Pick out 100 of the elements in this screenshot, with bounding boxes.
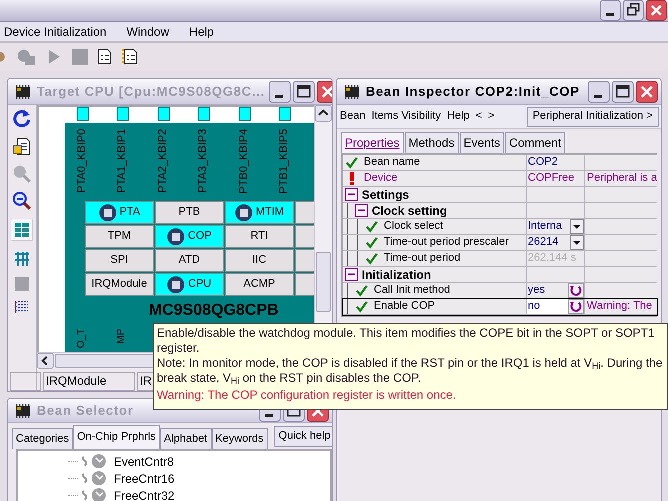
grid-icon[interactable] — [11, 219, 33, 241]
tree-item[interactable]: EventCntr8 — [114, 452, 174, 470]
module-label: SPI — [110, 253, 128, 268]
status-cell — [10, 372, 41, 391]
close-icon[interactable] — [636, 80, 658, 102]
tab[interactable]: Methods — [404, 132, 459, 153]
document-icon[interactable] — [13, 138, 31, 156]
property-name: Time-out period — [383, 251, 461, 266]
scroll-left-icon[interactable] — [37, 353, 54, 369]
mode-button[interactable]: Peripheral Initialization > — [526, 106, 659, 126]
window-title: Target CPU [Cpu:MC9S08QG8C... — [37, 82, 266, 101]
pin-label: MP — [116, 329, 128, 344]
minimize-icon[interactable] — [588, 80, 610, 102]
module-block[interactable]: PTA — [85, 201, 154, 224]
chip-icon — [342, 84, 362, 100]
module-block[interactable]: RTI — [225, 225, 294, 248]
help-button[interactable]: Quick help — [274, 426, 332, 447]
tab[interactable]: On-Chip Prphrls — [73, 425, 160, 449]
menu-item[interactable]: > — [488, 108, 495, 125]
menu-item[interactable]: Items Visibility — [372, 108, 442, 125]
pin-label: PTA2_KBIP2 — [156, 129, 169, 193]
maximize-icon[interactable] — [612, 80, 634, 102]
property-value: yes — [527, 283, 546, 298]
tab[interactable]: Keywords — [212, 428, 268, 449]
menu-item[interactable]: Bean — [340, 108, 366, 125]
module-block[interactable]: PTB — [155, 201, 224, 224]
property-value: no — [527, 299, 542, 314]
property-hint: Warning: The — [586, 300, 652, 313]
property-value: COPFree — [527, 171, 576, 186]
module-label: IIC — [252, 253, 267, 268]
module-block[interactable]: IIC — [225, 249, 294, 272]
collapse-icon[interactable] — [345, 188, 358, 201]
property-name: Time-out period prescaler — [383, 235, 509, 250]
document-list-icon[interactable] — [98, 49, 112, 65]
maximize-icon[interactable] — [293, 80, 316, 102]
tree-item[interactable]: FreeCntr16 — [114, 470, 175, 488]
module-block[interactable]: MTIM — [225, 201, 294, 224]
minimize-icon[interactable] — [600, 0, 621, 21]
pin-pad — [279, 107, 291, 121]
tab[interactable]: Alphabet — [160, 428, 212, 449]
tab[interactable]: Events — [460, 132, 504, 153]
restore-icon[interactable] — [623, 0, 644, 21]
module-block[interactable]: CPU — [155, 273, 224, 296]
property-row[interactable]: Enable COP no Warning: The — [343, 299, 657, 315]
reset-icon[interactable] — [568, 283, 584, 298]
property-row[interactable]: Bean name COP2 — [343, 155, 657, 171]
window-title: Bean Inspector COP2:Init_COP — [366, 82, 581, 101]
module-block[interactable]: TPM — [85, 225, 154, 248]
document-list-icon[interactable] — [122, 49, 138, 65]
pin-pad — [158, 107, 170, 121]
module-block[interactable]: COP — [155, 225, 224, 248]
tab[interactable]: Categories — [12, 428, 74, 449]
property-value: 262.144 s — [527, 251, 578, 266]
group-label: Initialization — [361, 266, 432, 284]
property-name: Device — [363, 171, 398, 186]
menu-item[interactable]: Device Initialization — [4, 22, 107, 40]
close-icon[interactable] — [646, 0, 667, 21]
property-row[interactable]: Time-out period prescaler 26214 — [343, 235, 657, 251]
module-block[interactable]: IRQModule — [85, 273, 154, 296]
chip-icon — [13, 84, 33, 100]
menu-item[interactable]: < — [476, 108, 482, 125]
tab[interactable]: Properties — [341, 132, 404, 153]
dropdown-icon[interactable] — [570, 235, 584, 250]
menu-item[interactable]: Window — [126, 22, 170, 40]
module-label: ACMP — [244, 277, 276, 292]
scroll-thumb[interactable] — [316, 252, 331, 312]
module-icon — [167, 276, 186, 294]
chip-name: MC9S08QG8CPB — [149, 303, 279, 319]
module-block[interactable]: ACMP — [225, 273, 294, 296]
dropdown-icon[interactable] — [570, 219, 584, 234]
menu-item[interactable]: Help — [447, 108, 470, 125]
group-label: Settings — [361, 186, 410, 204]
module-label: RTI — [250, 229, 268, 244]
scroll-up-icon[interactable] — [315, 105, 332, 122]
property-row[interactable]: Device COPFree Peripheral is a — [343, 171, 657, 187]
pin-label: O_T — [76, 329, 87, 348]
tree-item[interactable]: FreeCntr32 — [114, 486, 175, 501]
refresh-icon[interactable] — [12, 109, 32, 129]
property-row[interactable]: Clock select Interna — [343, 219, 657, 235]
module-icon — [98, 204, 117, 222]
module-label: MTIM — [256, 205, 284, 220]
module-block[interactable]: SPI — [85, 249, 154, 272]
pin-label: PTA1_KBIP1 — [116, 129, 128, 193]
pin-pad — [198, 107, 210, 121]
window-title: Bean Selector — [37, 402, 135, 420]
module-icon — [167, 228, 186, 246]
zoom-out-icon[interactable] — [13, 192, 31, 210]
reset-icon[interactable] — [568, 299, 584, 314]
minimize-icon[interactable] — [269, 80, 292, 102]
list-icon[interactable] — [14, 300, 30, 314]
pin-pad — [77, 107, 89, 121]
property-name: Bean name — [363, 155, 420, 170]
menu-item[interactable]: Help — [189, 22, 214, 40]
module-block[interactable]: ATD — [155, 249, 224, 272]
collapse-icon[interactable] — [345, 268, 358, 281]
tab[interactable]: Comment — [505, 132, 566, 153]
status-cell: IRQModule — [43, 372, 135, 391]
module-label: CPU — [188, 277, 212, 292]
pin-pad — [238, 107, 251, 121]
collapse-icon[interactable] — [355, 204, 368, 217]
